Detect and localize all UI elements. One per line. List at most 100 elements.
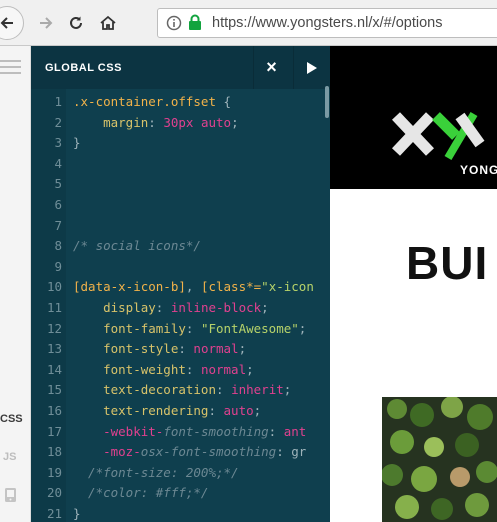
line-number: 8 <box>54 238 62 254</box>
device-icon[interactable] <box>4 487 17 508</box>
code-text: [data-x-icon-b], [class*="x-icon <box>73 277 314 298</box>
code-token: margin <box>73 114 149 130</box>
code-token: ; <box>238 341 247 357</box>
home-button[interactable] <box>92 7 124 39</box>
info-icon[interactable] <box>166 15 182 36</box>
menu-icon[interactable] <box>0 60 21 78</box>
logo-wordmark: YONG <box>460 163 497 177</box>
play-icon <box>307 61 317 74</box>
code-line: 13 font-style: normal; <box>31 339 330 360</box>
url-text: https://www.yongsters.nl/x/#/options <box>212 15 443 31</box>
code-text: font-style: normal; <box>73 339 246 360</box>
line-number: 18 <box>46 444 62 460</box>
editor-side-rail: CSS JS <box>0 46 31 522</box>
page-headline: BUI <box>406 237 489 289</box>
code-token: text-rendering <box>73 402 209 418</box>
code-line: 16 text-rendering: auto; <box>31 401 330 422</box>
line-number: 2 <box>54 114 62 130</box>
code-token: ; <box>231 114 239 130</box>
code-token: [data-x-icon-b] <box>73 279 186 295</box>
code-line: 6 <box>31 195 330 216</box>
code-token: font-smoothing <box>163 423 269 439</box>
code-line: 9 <box>31 257 330 278</box>
home-icon <box>100 15 116 30</box>
line-number: 21 <box>46 505 62 521</box>
code-token: -webkit- <box>73 423 164 439</box>
code-token: display <box>73 299 156 315</box>
code-token: : <box>178 341 194 357</box>
code-token: ; <box>283 382 292 398</box>
back-icon <box>0 17 13 29</box>
code-text: /* social icons*/ <box>73 236 201 257</box>
code-text: .x-container.offset { <box>73 92 231 113</box>
code-text: font-weight: normal; <box>73 360 254 381</box>
code-token: , <box>185 279 201 295</box>
code-token: gr <box>291 444 307 460</box>
code-token: : <box>216 382 232 398</box>
code-line: 18 -moz-osx-font-smoothing: gr <box>31 442 330 463</box>
back-button[interactable] <box>0 6 24 40</box>
line-number: 12 <box>46 320 62 336</box>
forward-icon <box>40 17 53 29</box>
code-token: : <box>185 361 201 377</box>
code-line: 19 /*font-size: 200%;*/ <box>31 463 330 484</box>
code-text: } <box>73 133 81 154</box>
line-number: 1 <box>54 94 62 109</box>
code-text: -moz-osx-font-smoothing: gr <box>73 442 306 463</box>
line-number: 17 <box>46 423 62 439</box>
code-token: "x-icon <box>261 279 314 295</box>
code-token: : <box>185 320 201 336</box>
code-text: text-decoration: inherit; <box>73 380 291 401</box>
reload-icon <box>70 16 82 29</box>
code-token: font-weight <box>73 361 186 377</box>
code-token: ; <box>246 361 254 377</box>
code-text: text-rendering: auto; <box>73 401 261 422</box>
code-line: 10 [data-x-icon-b], [class*="x-icon <box>31 277 330 298</box>
code-editor[interactable]: 1 .x-container.offset {2 margin: 30px aut… <box>31 92 330 522</box>
editor-scrollbar[interactable] <box>325 86 329 118</box>
site-preview: YONG BUI <box>330 46 497 522</box>
line-number: 15 <box>46 382 62 398</box>
panel-header: GLOBAL CSS × <box>31 46 330 89</box>
code-token: : <box>276 444 292 460</box>
code-token: normal <box>193 341 239 357</box>
code-token: ant <box>283 423 307 439</box>
code-text: margin: 30px auto; <box>73 113 239 134</box>
code-line: 1 .x-container.offset { <box>31 92 330 113</box>
panel-title: GLOBAL CSS <box>45 62 122 74</box>
line-number: 5 <box>54 176 62 192</box>
code-token: ; <box>253 402 262 418</box>
code-line: 3} <box>31 133 330 154</box>
code-text: /*color: #fff;*/ <box>73 483 208 504</box>
code-token: ; <box>298 320 307 336</box>
code-line: 11 display: inline-block; <box>31 298 330 319</box>
code-line: 14 font-weight: normal; <box>31 360 330 381</box>
code-token: font-family <box>73 320 186 336</box>
code-line: 7 <box>31 216 330 237</box>
code-line: 21} <box>31 504 330 522</box>
tab-js[interactable]: JS <box>3 451 16 463</box>
line-number: 14 <box>46 361 62 377</box>
code-token: : <box>268 423 284 439</box>
reload-button[interactable] <box>60 7 92 39</box>
code-line: 5 <box>31 174 330 195</box>
run-button[interactable] <box>293 46 330 89</box>
tab-css[interactable]: CSS <box>0 413 23 425</box>
code-line: 17 -webkit-font-smoothing: ant <box>31 422 330 443</box>
line-number: 3 <box>54 135 62 151</box>
code-token: text-decoration <box>73 382 216 398</box>
code-token: font-style <box>73 341 179 357</box>
code-token: } <box>73 505 81 521</box>
code-token: auto <box>223 402 254 418</box>
url-bar[interactable]: https://www.yongsters.nl/x/#/options <box>157 8 497 38</box>
line-number: 11 <box>46 299 62 315</box>
line-number: 10 <box>46 279 62 295</box>
code-line: 2 margin: 30px auto; <box>31 113 330 134</box>
forward-button[interactable] <box>30 7 62 39</box>
code-line: 4 <box>31 154 330 175</box>
code-token: { <box>216 94 232 109</box>
code-token: ; <box>261 299 269 315</box>
line-number: 7 <box>54 217 62 233</box>
code-token: inherit <box>231 382 284 398</box>
close-button[interactable]: × <box>253 46 289 89</box>
